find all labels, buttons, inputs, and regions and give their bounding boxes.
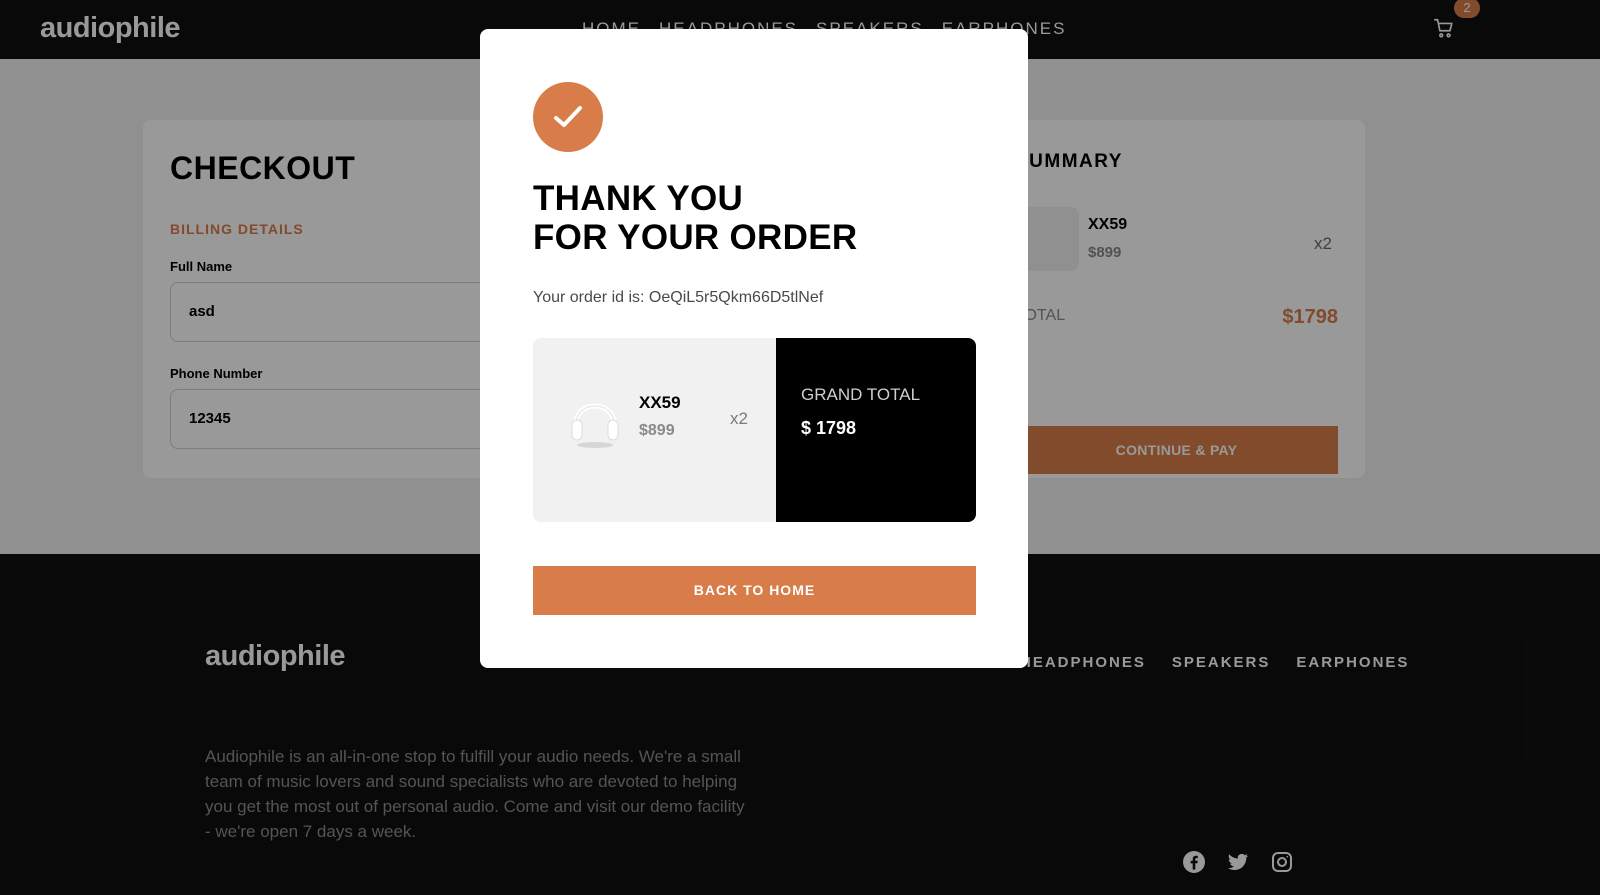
headphones-thumbnail xyxy=(571,403,619,448)
order-id-text: Your order id is: OeQiL5r5Qkm66D5tlNef xyxy=(533,289,824,306)
thank-you-line-2: FOR YOUR ORDER xyxy=(533,218,858,257)
grand-total-value: $ 1798 xyxy=(801,418,857,438)
order-confirmation-modal: THANK YOU FOR YOUR ORDER Your order id i… xyxy=(480,29,1028,668)
grand-total-panel: GRAND TOTAL $ 1798 xyxy=(776,338,976,522)
back-to-home-button[interactable]: BACK TO HOME xyxy=(533,566,976,615)
grand-total-label: GRAND TOTAL xyxy=(801,385,921,404)
order-summary-box: XX59 $899 x2 GRAND TOTAL $ 1798 xyxy=(533,338,976,522)
thank-you-heading: THANK YOU FOR YOUR ORDER xyxy=(533,179,857,257)
order-item-price: $899 xyxy=(639,422,675,439)
check-icon xyxy=(533,82,603,152)
order-item-panel: XX59 $899 x2 xyxy=(533,338,776,522)
order-item-qty: x2 xyxy=(730,409,748,428)
thank-you-line-1: THANK YOU xyxy=(533,179,744,218)
order-item-name: XX59 xyxy=(639,393,681,412)
